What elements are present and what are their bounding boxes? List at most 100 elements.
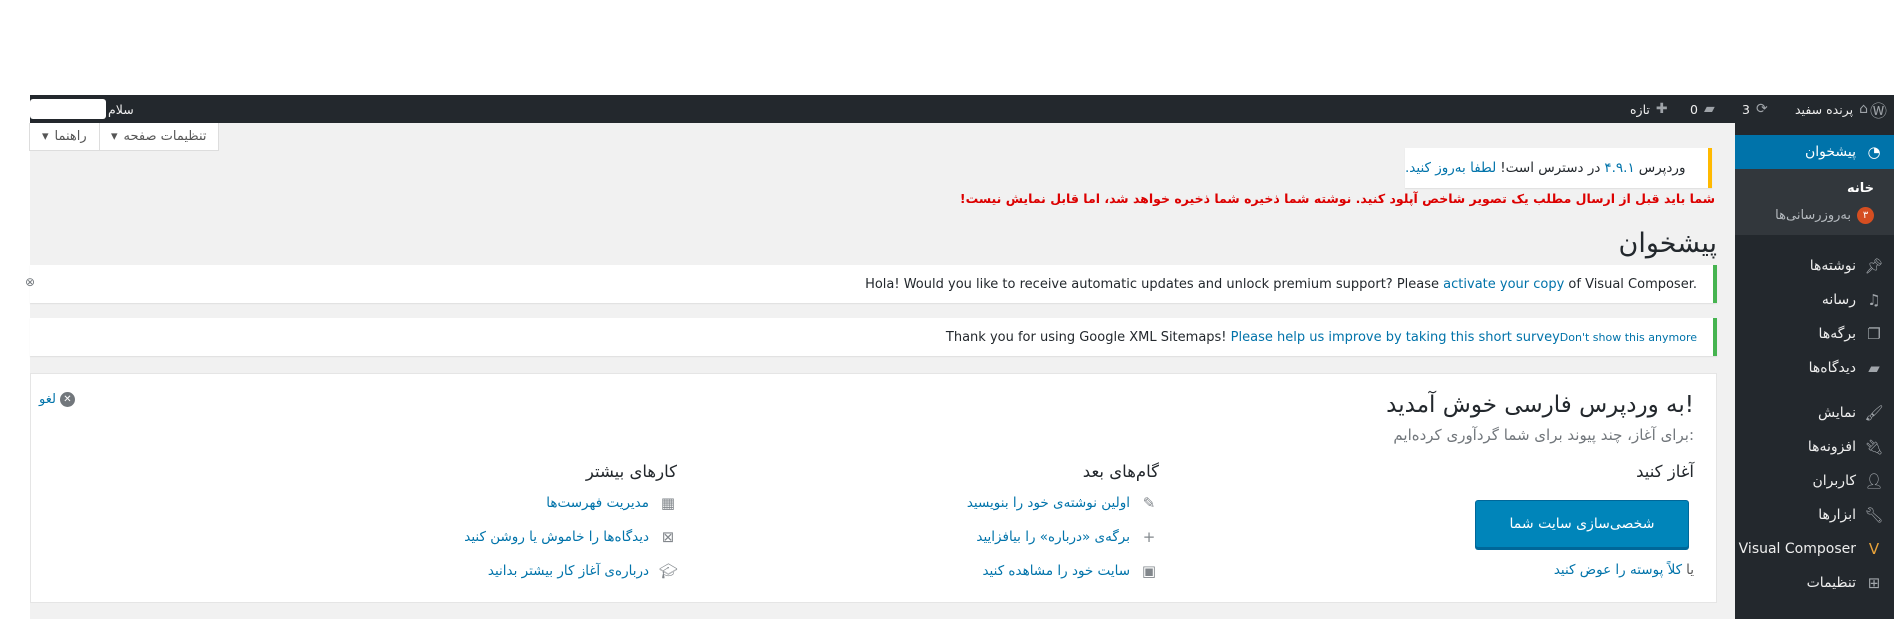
action-label: مدیریت فهرست‌ها [546,495,649,511]
admin-bar: سلام تازه ✚ 0 ▰ 3 ⟳ پرنده سفید ⌂ Ⓦ [30,95,1894,123]
dashboard-submenu: خانه به‌روزرسانی‌ها ۳ [1735,169,1894,235]
comment-bubble-icon: ▰ [1868,359,1880,377]
get-started-heading: آغاز کنید [1636,462,1694,481]
submenu-updates-label: به‌روزرسانی‌ها [1775,208,1851,223]
submenu-home-label: خانه [1846,181,1874,196]
site-name: پرنده سفید [1795,101,1854,117]
admin-sidebar: پیشخوان ◔ خانه به‌روزرسانی‌ها ۳ نوشته‌ها… [1727,123,1894,619]
customize-site-button[interactable]: شخصی‌سازی سایت شما [1475,500,1689,548]
change-theme-link[interactable]: کلاً پوسته را عوض کنید [1554,562,1682,578]
help-button[interactable]: ▾ راهنما [29,123,100,151]
plugin-icon: 🔌︎ [1864,438,1884,456]
sidebar-item-visual-composer[interactable]: Visual Composer V [1735,532,1894,566]
edit-icon: ✎ [1142,494,1156,512]
site-name-menu[interactable]: پرنده سفید ⌂ [1795,95,1868,123]
user-icon: 👤︎ [1864,472,1884,490]
chevron-down-icon: ▾ [42,129,49,144]
chevron-down-icon: ▾ [111,129,118,144]
change-theme-line: کلاً پوسته را عوض کنید یا [1554,562,1694,578]
toggle-comments-link[interactable]: دیدگاه‌ها را خاموش یا روشن کنید ⊠ [464,528,677,546]
welcome-title: به وردپرس فارسی خوش آمدید! [1386,392,1694,418]
learn-more-link[interactable]: درباره‌ی آغاز کار بیشتر بدانید 🎓︎ [487,562,679,580]
sidebar-item-media[interactable]: رسانه ♫ [1735,283,1894,317]
sidebar-item-label: ابزارها [1818,507,1856,523]
updates-badge: ۳ [1857,207,1874,224]
dashboard-icon: ◔ [1867,143,1881,161]
wordpress-logo-icon: Ⓦ [1870,101,1887,122]
vc-notice-post: of Visual Composer. [1564,276,1697,292]
sidebar-item-label: Visual Composer [1738,541,1856,557]
settings-icon: ⊞ [1867,574,1881,592]
screen-options-label: تنظیمات صفحه [123,129,207,144]
next-steps-heading: گام‌های بعد [1082,462,1159,481]
action-label: سایت خود را مشاهده کنید [982,563,1130,579]
more-actions-heading: کارهای بیشتر [585,462,677,481]
sidebar-item-plugins[interactable]: افزونه‌ها 🔌︎ [1735,430,1894,464]
pages-icon: ❐ [1867,325,1881,343]
action-label: دیدگاه‌ها را خاموش یا روشن کنید [464,529,649,545]
wrench-icon: 🔧︎ [1864,506,1884,524]
survey-link[interactable]: Please help us improve by taking this sh… [1231,330,1560,345]
screen-options-button[interactable]: ▾ تنظیمات صفحه [98,123,220,151]
sitemap-notice: Thank you for using Google XML Sitemaps!… [30,318,1717,356]
my-account[interactable]: سلام [108,95,134,123]
sidebar-item-comments[interactable]: دیدگاه‌ها ▰ [1735,351,1894,385]
activate-copy-link[interactable]: activate your copy [1443,277,1564,292]
redacted-username [30,99,106,119]
sidebar-item-label: پیشخوان [1804,144,1856,160]
sidebar-item-appearance[interactable]: نمایش 🖌︎ [1735,396,1894,430]
sidebar-item-label: نمایش [1817,405,1856,421]
blank-area [0,0,1894,95]
manage-menus-link[interactable]: مدیریت فهرست‌ها ▦ [546,494,677,512]
add-about-page-link[interactable]: برگه‌ی «درباره» را بیافزایید + [976,528,1158,546]
sidebar-item-posts[interactable]: نوشته‌ها 📌︎ [1735,249,1894,283]
vc-notice-pre: Hola! Would you like to receive automati… [865,276,1444,292]
comments-toggle-icon: ⊠ [661,528,675,546]
comments-menu[interactable]: 0 ▰ [1690,95,1715,123]
home-icon: ⌂ [1859,101,1868,117]
sidebar-item-label: کاربران [1812,473,1856,489]
plus-icon: + [1142,528,1156,546]
new-content-menu[interactable]: تازه ✚ [1630,95,1668,123]
dismiss-welcome-button[interactable]: لغو ✕ [39,392,75,407]
version-link[interactable]: ۴.۹.۱ [1604,160,1634,176]
sidebar-item-pages[interactable]: برگه‌ها ❐ [1735,317,1894,351]
dismiss-label: لغو [39,392,56,407]
updates-count: 3 [1742,101,1750,117]
update-text-pre: وردپرس [1638,160,1686,176]
sidebar-item-dashboard[interactable]: پیشخوان ◔ [1727,135,1894,169]
updates-menu[interactable]: 3 ⟳ [1742,95,1768,123]
submenu-home[interactable]: خانه [1847,181,1874,196]
sitemap-notice-text: Thank you for using Google XML Sitemaps!… [946,330,1697,345]
update-now-link[interactable]: لطفا به‌روز کنید. [1405,160,1496,176]
update-notice: وردپرس ۴.۹.۱ در دسترس است! لطفا به‌روز ک… [1405,148,1712,188]
comment-bubble-icon: ▰ [1703,101,1715,117]
main-content: ▾ تنظیمات صفحه ▾ راهنما وردپرس ۴.۹.۱ در … [25,123,1735,619]
sidebar-item-settings[interactable]: تنظیمات ⊞ [1735,566,1894,600]
sidebar-item-label: تنظیمات [1806,575,1856,591]
or-label: یا [1686,562,1694,578]
page-title: پیشخوان [1618,228,1717,259]
new-label: تازه [1630,101,1650,117]
sidebar-item-users[interactable]: کاربران 👤︎ [1735,464,1894,498]
action-label: درباره‌ی آغاز کار بیشتر بدانید [487,563,649,579]
graduation-cap-icon: 🎓︎ [659,562,679,580]
dismiss-icon[interactable]: ⊗ [25,275,35,289]
view-site-icon: ▣ [1141,562,1157,580]
sidebar-item-tools[interactable]: ابزارها 🔧︎ [1735,498,1894,532]
wp-logo-menu[interactable]: Ⓦ [1870,95,1887,123]
sidebar-item-label: دیدگاه‌ها [1808,360,1856,376]
plus-icon: ✚ [1655,101,1668,117]
dont-show-link[interactable]: Don't show this anymore [1560,331,1697,344]
update-text-mid: در دسترس است! [1500,160,1601,176]
media-icon: ♫ [1867,291,1881,309]
sidebar-item-label: برگه‌ها [1818,326,1856,342]
sidebar-item-label: نوشته‌ها [1809,258,1856,274]
close-icon: ✕ [59,392,75,407]
view-site-link[interactable]: سایت خود را مشاهده کنید ▣ [982,562,1158,580]
welcome-about: برای آغاز، چند پیوند برای شما گردآوری کر… [1393,426,1694,444]
write-first-post-link[interactable]: اولین نوشته‌ی خود را بنویسید ✎ [967,494,1158,512]
featured-image-warning: شما باید قبل از ارسال مطلب یک تصویر شاخص… [959,191,1715,206]
submenu-updates[interactable]: به‌روزرسانی‌ها ۳ [1775,207,1874,224]
greeting-label: سلام [108,101,134,117]
